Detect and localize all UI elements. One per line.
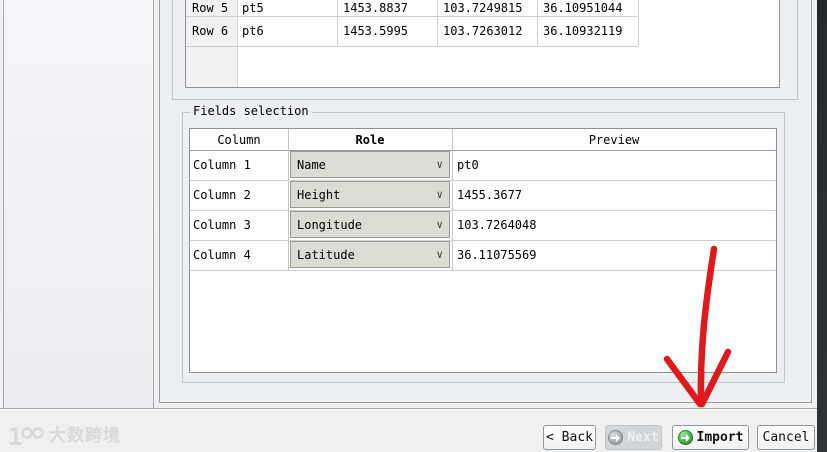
gridline [186,46,638,47]
cell-longitude: 103.7249815 [443,1,523,15]
role-select-value: Name [297,157,326,172]
cell-height: 1453.8837 [343,1,409,15]
back-button-label: < Back [546,430,593,445]
gridline [452,129,453,270]
role-select-column4[interactable]: Latitude ∨ [290,241,450,268]
role-select-column3[interactable]: Longitude ∨ [290,211,450,238]
cancel-button-label: Cancel [762,430,810,445]
row-header: Row 5 [192,1,229,15]
column-header-column: Column [217,133,261,147]
gridline [190,150,776,151]
gridline [190,210,776,211]
role-select-value: Latitude [297,247,355,262]
cell-name: pt6 [242,24,264,38]
role-select-column2[interactable]: Height ∨ [290,181,450,208]
chevron-down-icon: ∨ [436,248,443,261]
cell-longitude: 103.7263012 [443,24,523,38]
gridline [190,180,776,181]
next-button[interactable]: Next [605,425,662,450]
chevron-down-icon: ∨ [436,218,443,231]
next-button-label: Next [627,430,659,445]
field-row-label: Column 2 [193,188,251,202]
field-preview-value: 36.11075569 [457,248,537,262]
bottom-separator-highlight [0,409,817,410]
watermark-logo-icon: 1 [8,424,44,448]
role-select-column1[interactable]: Name ∨ [290,151,450,178]
gridline [186,16,638,17]
role-select-value: Longitude [297,217,363,232]
watermark-brand-text: 大数跨境 [49,425,121,446]
next-arrow-icon [608,430,624,445]
field-row-label: Column 3 [193,218,251,232]
fields-selection-title: Fields selection [190,105,312,118]
background-window-strip [817,0,827,452]
import-arrow-icon [677,430,693,445]
gridline [437,0,438,46]
chevron-down-icon: ∨ [436,158,443,171]
gridline [638,0,639,46]
role-select-value: Height [297,187,341,202]
row-header: Row 6 [192,24,229,38]
cell-latitude: 36.10951044 [543,1,623,15]
import-button[interactable]: Import [672,425,749,450]
field-preview-value: 1455.3677 [457,188,523,202]
cell-name: pt5 [242,1,264,15]
chevron-down-icon: ∨ [436,188,443,201]
preview-table: Row 5 pt5 1453.8837 103.7249815 36.10951… [185,0,780,88]
fields-selection-table: Column Role Preview Column 1 Name ∨ pt0 … [189,128,777,373]
column-header-role: Role [355,133,385,147]
gridline [190,270,776,271]
field-row-label: Column 4 [193,248,251,262]
gridline [537,0,538,46]
field-row-label: Column 1 [193,158,251,172]
gridline [337,0,338,46]
cancel-button[interactable]: Cancel [757,425,815,450]
cell-height: 1453.5995 [343,24,409,38]
gridline [288,129,289,270]
watermark: 1 大数跨境 [8,423,121,449]
cell-latitude: 36.10932119 [543,24,623,38]
wizard-sidebar [3,0,154,408]
field-preview-value: pt0 [457,158,479,172]
gridline [190,240,776,241]
back-button[interactable]: < Back [543,425,596,450]
svg-text:1: 1 [8,424,22,448]
field-preview-value: 103.7264048 [457,218,537,232]
import-button-label: Import [696,430,744,445]
column-header-preview: Preview [588,133,640,147]
